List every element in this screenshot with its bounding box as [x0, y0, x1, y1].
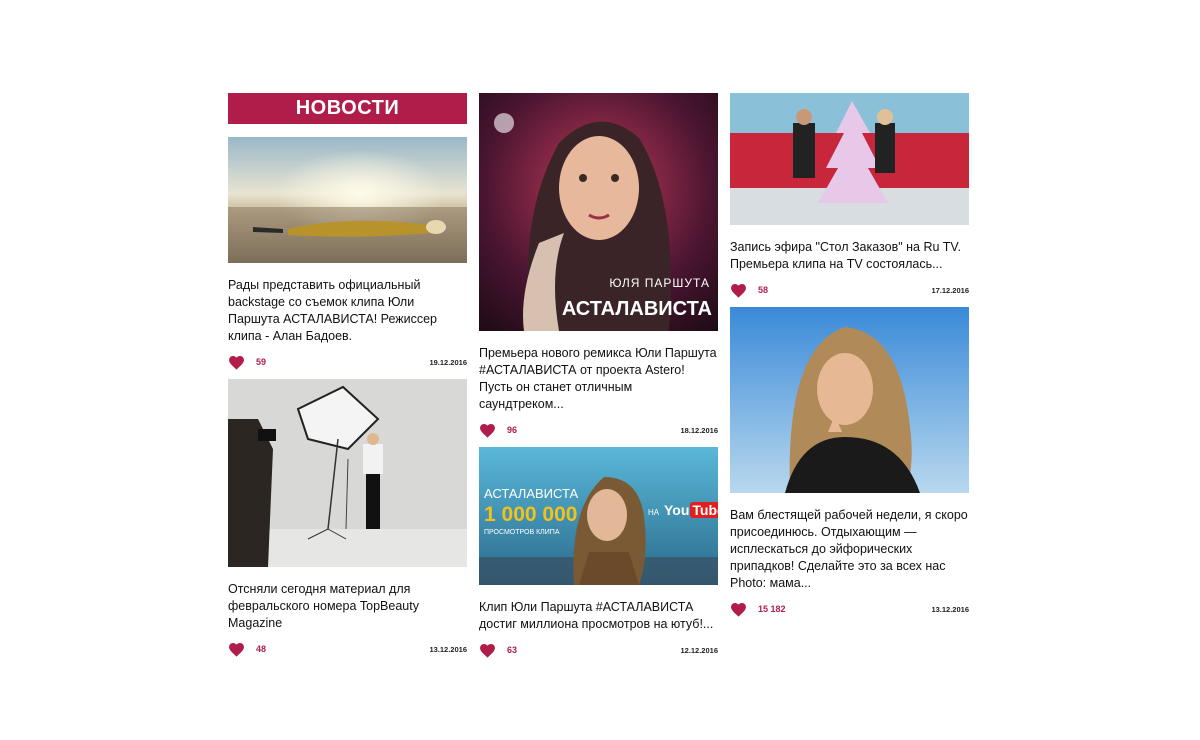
youtube-you: You: [664, 502, 690, 518]
like-count: 15 182: [758, 604, 786, 614]
like-count: 48: [256, 644, 267, 654]
banner-subtitle: ПРОСМОТРОВ КЛИПА: [484, 529, 560, 536]
studio-photo[interactable]: [228, 379, 467, 567]
news-meta: 15 182 13.12.2016: [730, 600, 969, 618]
news-card: Рады представить официальный backstage с…: [228, 137, 467, 371]
banner-title: АСТАЛАВИСТА: [484, 486, 579, 501]
news-meta: 48 13.12.2016: [228, 640, 467, 658]
heart-icon[interactable]: [479, 642, 496, 659]
post-date: 17.12.2016: [931, 285, 969, 295]
heart-icon[interactable]: [228, 641, 245, 658]
section-title: НОВОСТИ: [228, 93, 467, 124]
post-date: 13.12.2016: [931, 604, 969, 614]
news-caption[interactable]: Вам блестящей рабочей недели, я скоро пр…: [730, 507, 969, 592]
like-count: 63: [507, 645, 518, 655]
news-column-1: НОВОСТИ Рады представить официальный bac…: [228, 93, 467, 666]
heart-icon[interactable]: [479, 422, 496, 439]
news-column-3: Запись эфира "Стол Заказов" на Ru TV. Пр…: [730, 93, 969, 626]
heart-icon[interactable]: [228, 354, 245, 371]
album-artist: ЮЛЯ ПАРШУТА: [609, 276, 710, 290]
banner-na: НА: [648, 508, 660, 517]
news-caption[interactable]: Отсняли сегодня материал для февральског…: [228, 581, 467, 632]
news-caption[interactable]: Клип Юли Паршута #АСТАЛАВИСТА достиг мил…: [479, 599, 718, 633]
news-caption[interactable]: Рады представить официальный backstage с…: [228, 277, 467, 345]
album-cover[interactable]: ЮЛЯ ПАРШУТА АСТАЛАВИСТА: [479, 93, 718, 331]
news-card: Запись эфира "Стол Заказов" на Ru TV. Пр…: [730, 93, 969, 299]
news-card: Отсняли сегодня материал для февральског…: [228, 379, 467, 658]
news-caption[interactable]: Премьера нового ремикса Юли Паршута #АСТ…: [479, 345, 718, 413]
beach-photo[interactable]: [228, 137, 467, 263]
post-date: 13.12.2016: [429, 644, 467, 654]
tv-studio-photo[interactable]: [730, 93, 969, 225]
post-date: 12.12.2016: [680, 645, 718, 655]
youtube-tube: Tube: [690, 502, 718, 518]
news-card: ЮЛЯ ПАРШУТА АСТАЛАВИСТА Премьера нового …: [479, 93, 718, 439]
news-card: Вам блестящей рабочей недели, я скоро пр…: [730, 307, 969, 618]
youtube-logo: YouTube: [664, 502, 718, 518]
banner-count: 1 000 000: [484, 503, 578, 526]
like-count: 96: [507, 425, 518, 435]
news-card: АСТАЛАВИСТА 1 000 000 ПРОСМОТРОВ КЛИПА Н…: [479, 447, 718, 659]
news-meta: 96 18.12.2016: [479, 421, 718, 439]
youtube-banner[interactable]: АСТАЛАВИСТА 1 000 000 ПРОСМОТРОВ КЛИПА Н…: [479, 447, 718, 585]
news-meta: 59 19.12.2016: [228, 353, 467, 371]
heart-icon[interactable]: [730, 282, 747, 299]
like-count: 58: [758, 285, 769, 295]
news-meta: 63 12.12.2016: [479, 641, 718, 659]
news-meta: 58 17.12.2016: [730, 281, 969, 299]
portrait-photo[interactable]: [730, 307, 969, 493]
news-caption[interactable]: Запись эфира "Стол Заказов" на Ru TV. Пр…: [730, 239, 969, 273]
heart-icon[interactable]: [730, 601, 747, 618]
news-column-2: ЮЛЯ ПАРШУТА АСТАЛАВИСТА Премьера нового …: [479, 93, 718, 667]
post-date: 18.12.2016: [680, 425, 718, 435]
like-count: 59: [256, 357, 267, 367]
post-date: 19.12.2016: [429, 357, 467, 367]
album-title: АСТАЛАВИСТА: [561, 298, 712, 320]
